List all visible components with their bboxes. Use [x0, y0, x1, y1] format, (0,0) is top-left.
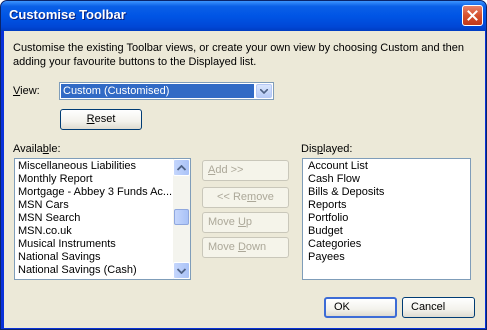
scroll-up-button[interactable]: [173, 159, 190, 176]
list-item[interactable]: Musical Instruments: [18, 238, 172, 251]
close-button[interactable]: [462, 5, 483, 26]
reset-button[interactable]: Reset: [60, 109, 142, 130]
list-item[interactable]: Reports: [308, 199, 384, 212]
move-down-button[interactable]: Move Down: [202, 237, 289, 258]
remove-button[interactable]: << Remove: [202, 187, 289, 208]
view-select-value: Custom (Customised): [61, 84, 254, 98]
displayed-label: Displayed:: [301, 143, 353, 155]
available-label: Available:: [13, 143, 61, 155]
list-item[interactable]: Payees: [308, 251, 384, 264]
chevron-up-icon: [177, 164, 186, 171]
dialog-description: Customise the existing Toolbar views, or…: [13, 42, 465, 68]
list-item[interactable]: Portfolio: [308, 212, 384, 225]
available-scrollbar[interactable]: [173, 159, 190, 279]
list-item[interactable]: Budget: [308, 225, 384, 238]
available-list[interactable]: Miscellaneous Liabilities Monthly Report…: [14, 158, 191, 280]
view-select[interactable]: Custom (Customised): [59, 82, 274, 100]
list-item[interactable]: Categories: [308, 238, 384, 251]
list-item[interactable]: MSN.co.uk: [18, 225, 172, 238]
list-item[interactable]: Miscellaneous Liabilities: [18, 160, 172, 173]
move-up-button[interactable]: Move Up: [202, 212, 289, 233]
list-item[interactable]: Monthly Report: [18, 173, 172, 186]
displayed-list[interactable]: Account List Cash Flow Bills & Deposits …: [302, 158, 471, 280]
title-bar[interactable]: Customise Toolbar: [1, 1, 486, 31]
dialog-body: Customise the existing Toolbar views, or…: [4, 31, 485, 328]
list-item[interactable]: MSN Cars: [18, 199, 172, 212]
list-item[interactable]: Account List: [308, 160, 384, 173]
view-label: View:: [13, 85, 40, 97]
scroll-down-button[interactable]: [173, 262, 190, 279]
add-button[interactable]: Add >>: [202, 160, 289, 181]
dialog-title: Customise Toolbar: [9, 7, 126, 22]
chevron-down-icon[interactable]: [256, 84, 272, 98]
cancel-button[interactable]: Cancel: [402, 297, 475, 318]
list-item[interactable]: Mortgage - Abbey 3 Funds Ac...: [18, 186, 172, 199]
list-item[interactable]: National Savings (Cash): [18, 264, 172, 277]
ok-button[interactable]: OK: [324, 297, 397, 318]
list-item[interactable]: Cash Flow: [308, 173, 384, 186]
list-item[interactable]: National Savings: [18, 251, 172, 264]
scroll-thumb[interactable]: [174, 209, 189, 225]
close-icon: [467, 10, 478, 21]
list-item[interactable]: MSN Search: [18, 212, 172, 225]
list-item[interactable]: Bills & Deposits: [308, 186, 384, 199]
chevron-down-icon: [177, 267, 186, 274]
customise-toolbar-dialog: Customise Toolbar Customise the existing…: [0, 0, 487, 330]
